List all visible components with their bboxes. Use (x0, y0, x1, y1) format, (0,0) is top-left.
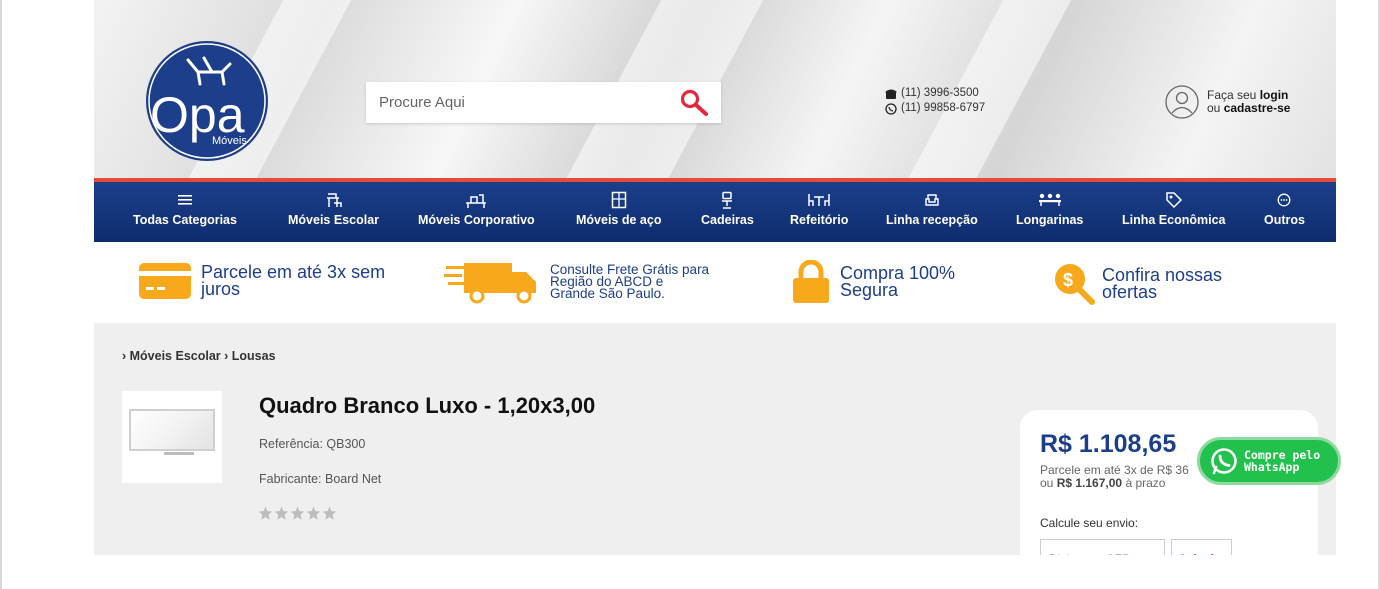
whatsapp-button[interactable]: Compre pelo WhatsApp (1197, 437, 1341, 485)
search-button[interactable] (679, 88, 709, 118)
product-title: Quadro Branco Luxo - 1,20x3,00 (259, 393, 596, 418)
nav-outros[interactable]: Outros (1264, 190, 1305, 227)
category-nav: Todas Categorias Móveis Escolar Móveis C… (94, 178, 1336, 242)
product-reference: Referência: QB300 (259, 437, 366, 451)
dining-table-icon (808, 194, 830, 206)
nav-label: Cadeiras (701, 213, 754, 227)
nav-label: Outros (1264, 213, 1305, 227)
nav-moveis-corporativo[interactable]: Móveis Corporativo (418, 190, 535, 227)
calculate-shipping-button[interactable]: Calcular (1171, 539, 1232, 555)
nav-moveis-de-aco[interactable]: Móveis de aço (576, 190, 661, 227)
benefit-offers: $ Confira nossas ofertas (1052, 262, 1242, 306)
star-icon (274, 506, 289, 520)
or-text: ou (1040, 476, 1054, 490)
benefit-freight: Consulte Frete Grátis para Região do ABC… (444, 260, 710, 304)
product-manufacturer: Fabricante: Board Net (259, 472, 382, 486)
contact-phones: (11) 3996-3500 (11) 99858-6797 (885, 86, 985, 116)
breadcrumb[interactable]: › Móveis Escolar › Lousas (122, 349, 276, 363)
nav-todas-categorias[interactable]: Todas Categorias (133, 190, 237, 227)
nav-moveis-escolar[interactable]: Móveis Escolar (288, 190, 379, 227)
product-rating[interactable] (258, 506, 337, 520)
signup-link[interactable]: cadastre-se (1224, 101, 1291, 115)
account-prefix: Faça seu (1207, 88, 1257, 102)
nav-label: Móveis de aço (576, 213, 662, 227)
site-header: Opa Móveis (11) 3996-3500 (94, 0, 1336, 178)
delivery-truck-icon (444, 263, 536, 304)
phone-landline[interactable]: (11) 3996-3500 (901, 86, 979, 101)
more-icon (1278, 193, 1291, 207)
nav-refeitorio[interactable]: Refeitório (790, 190, 848, 227)
login-link[interactable]: login (1260, 88, 1289, 102)
whatsapp-small-icon (885, 102, 897, 115)
office-desk-icon (466, 194, 487, 208)
product-price: R$ 1.108,65 (1040, 430, 1177, 458)
bench-seat-icon (1038, 193, 1061, 206)
school-desk-icon (326, 193, 342, 207)
benefit-text: Parcele em até 3x sem juros (201, 262, 386, 299)
account-middle: ou (1207, 101, 1221, 115)
whiteboard-tray (164, 452, 194, 455)
whatsapp-line2: WhatsApp (1244, 460, 1300, 474)
nav-label: Todas Categorias (133, 213, 237, 227)
price-tag-icon (1166, 192, 1182, 209)
benefit-text: Confira nossas ofertas (1102, 265, 1223, 302)
benefit-secure: Compra 100% Segura (791, 260, 960, 304)
menu-icon (177, 195, 192, 205)
armchair-icon (925, 194, 939, 206)
search-box (366, 82, 721, 123)
benefit-installments: Parcele em até 3x sem juros (138, 262, 406, 300)
benefit-text: Consulte Frete Grátis para Região do ABC… (550, 262, 710, 301)
account-link[interactable]: Faça seu login ou cadastre-se (1165, 85, 1290, 119)
benefits-bar: Parcele em até 3x sem juros Consulte Fre… (94, 242, 1336, 323)
nav-label: Refeitório (790, 213, 849, 227)
telephone-icon (885, 89, 897, 99)
nav-label: Linha Econômica (1122, 213, 1226, 227)
star-icon (322, 506, 337, 520)
offer-search-icon: $ (1055, 264, 1095, 305)
steel-cabinet-icon (611, 191, 626, 209)
cep-input[interactable]: Digite seu CEP (1040, 539, 1165, 555)
nav-label: Móveis Escolar (288, 213, 380, 227)
padlock-icon (793, 260, 829, 303)
term-price: R$ 1.167,00 (1056, 476, 1123, 490)
product-image[interactable] (122, 391, 222, 483)
term-suffix: à prazo (1125, 476, 1166, 490)
credit-card-icon (139, 263, 191, 299)
shipping-label: Calcule seu envio: (1040, 516, 1139, 530)
nav-label: Linha recepção (886, 213, 978, 227)
benefit-text: Compra 100% Segura (840, 263, 956, 300)
nav-label: Longarinas (1016, 213, 1084, 227)
phone-whatsapp[interactable]: (11) 99858-6797 (901, 101, 985, 116)
star-icon (258, 506, 273, 520)
star-icon (290, 506, 305, 520)
svg-text:$: $ (1063, 270, 1073, 290)
star-icon (306, 506, 321, 520)
whatsapp-icon (1211, 448, 1237, 475)
nav-linha-recepcao[interactable]: Linha recepção (886, 190, 978, 227)
logo-sub: Móveis (212, 135, 247, 147)
whiteboard-thumbnail (129, 409, 215, 451)
search-icon (680, 89, 708, 116)
nav-cadeiras[interactable]: Cadeiras (701, 190, 754, 227)
user-avatar-icon (1165, 85, 1199, 119)
nav-label: Móveis Corporativo (418, 213, 535, 227)
chair-icon (722, 191, 733, 209)
nav-linha-economica[interactable]: Linha Econômica (1122, 190, 1226, 227)
installment-info: Parcele em até 3x de R$ 36 ou R$ 1.167,0… (1040, 464, 1189, 490)
site-logo[interactable]: Opa Móveis (144, 40, 270, 162)
nav-longarinas[interactable]: Longarinas (1016, 190, 1083, 227)
page: Opa Móveis (11) 3996-3500 (94, 0, 1336, 555)
search-input[interactable] (366, 82, 666, 123)
